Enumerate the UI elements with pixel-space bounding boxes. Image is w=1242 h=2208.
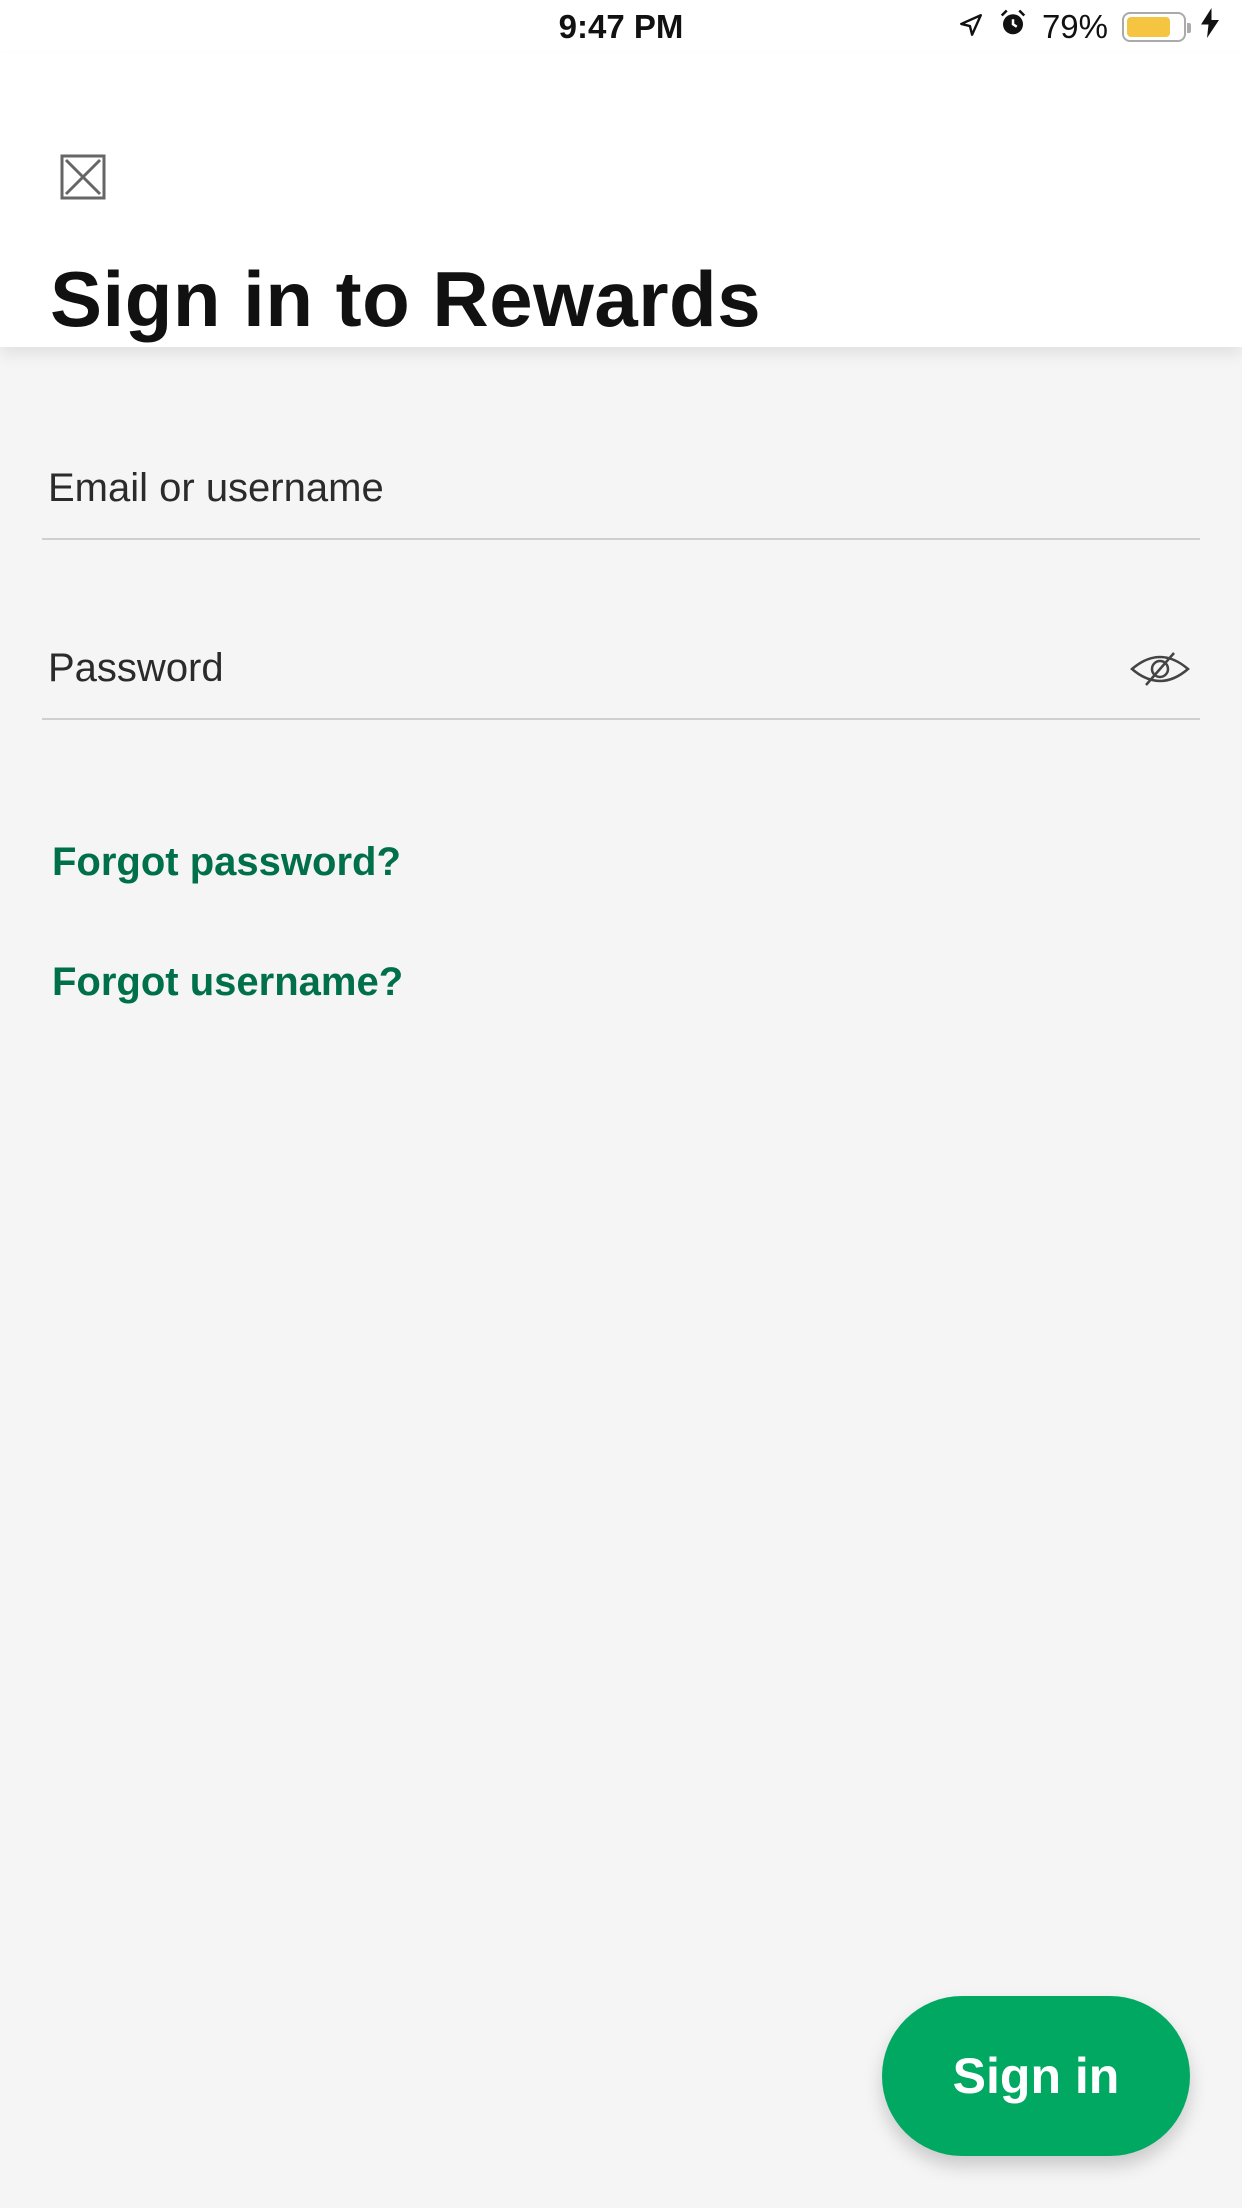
status-indicators: 79%	[958, 8, 1220, 46]
password-field[interactable]: Password	[42, 640, 1200, 720]
alarm-icon	[998, 8, 1028, 46]
toggle-password-visibility-button[interactable]	[1128, 646, 1192, 692]
email-field[interactable]: Email or username	[42, 460, 1206, 540]
password-input[interactable]	[48, 640, 1108, 720]
forgot-username-link[interactable]: Forgot username?	[52, 960, 403, 1005]
charging-icon	[1200, 8, 1220, 46]
status-bar: 9:47 PM 79%	[0, 0, 1242, 54]
battery-level-fill	[1127, 17, 1170, 37]
header: Sign in to Rewards	[0, 54, 1242, 347]
email-input[interactable]	[48, 460, 1206, 540]
eye-hidden-icon	[1130, 652, 1190, 686]
sign-in-screen: 9:47 PM 79% Sign in to Rewards Email or …	[0, 0, 1242, 2208]
page-title: Sign in to Rewards	[50, 255, 762, 343]
forgot-password-link[interactable]: Forgot password?	[52, 840, 401, 885]
sign-in-button[interactable]: Sign in	[882, 1996, 1190, 2156]
battery-icon	[1122, 12, 1191, 42]
battery-percent: 79%	[1041, 8, 1108, 45]
close-button[interactable]	[60, 154, 106, 200]
location-icon	[958, 8, 984, 46]
close-icon	[60, 154, 106, 200]
